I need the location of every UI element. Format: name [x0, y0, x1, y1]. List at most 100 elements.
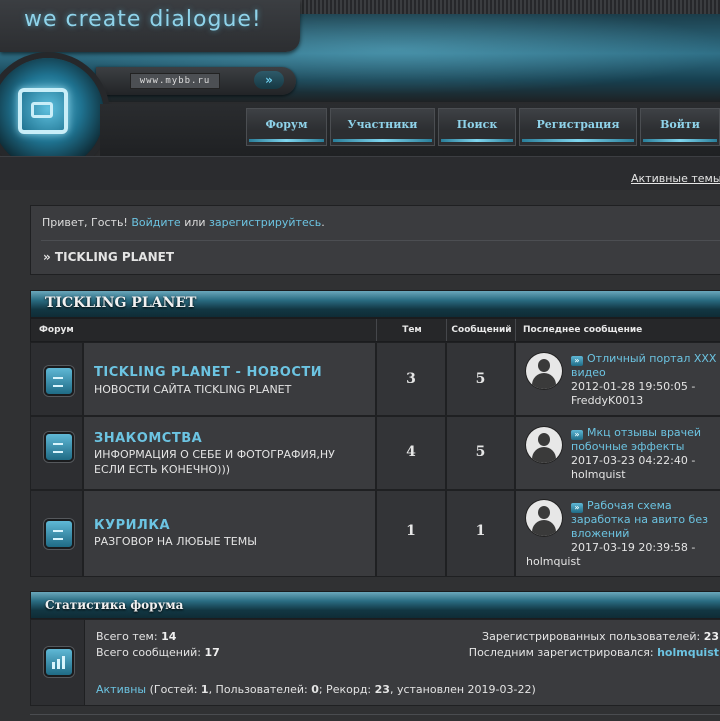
last-registered-label: Последним зарегистрировался: [468, 646, 654, 659]
topics-count-cell: 3 [376, 342, 446, 416]
registered-value: 23 [703, 630, 719, 643]
last-post-user[interactable]: holmquist [526, 555, 581, 568]
stats-body: Всего тем: 14 Всего сообщений: 17 Зареги… [30, 619, 720, 706]
forum-info-cell: КУРИЛКА РАЗГОВОР НА ЛЮБЫЕ ТЕМЫ [83, 490, 376, 577]
forum-description: НОВОСТИ САЙТА TICKLING PLANET [94, 383, 292, 396]
stats-header: Статистика форума [30, 591, 720, 619]
total-topics-value: 14 [161, 630, 177, 643]
user-silhouette-icon[interactable] [526, 427, 562, 463]
last-post-link[interactable]: Мкц отзывы врачей побочные эффекты [571, 426, 701, 453]
last-post-date: 2017-03-19 20:39:58 - [571, 541, 696, 554]
total-posts-label: Всего сообщений: [96, 646, 201, 659]
last-post-info: » Мкц отзывы врачей побочные эффекты 2017… [571, 426, 711, 482]
registered-users: Зарегистрированных пользователей: 23 [482, 630, 719, 643]
forum-row: КУРИЛКА РАЗГОВОР НА ЛЮБЫЕ ТЕМЫ 1 1 » Рабо… [30, 490, 720, 577]
bar-chart-icon-bar [52, 662, 55, 669]
total-posts: Всего сообщений: 17 [96, 646, 220, 659]
bar-chart-icon-bar [57, 659, 60, 669]
register-link[interactable]: зарегистрируйтесь [209, 216, 321, 229]
forum-arrow-icon[interactable] [44, 366, 74, 396]
last-post-date: 2017-03-23 04:22:40 - [571, 454, 696, 467]
forum-icon-cell [30, 416, 83, 490]
last-post-link[interactable]: Отличный портал XXX видео [571, 352, 716, 379]
forum-title-link[interactable]: КУРИЛКА [94, 518, 170, 533]
bar-chart-icon [44, 647, 74, 677]
topics-count: 3 [406, 371, 416, 387]
header-bottom-bar [0, 156, 720, 190]
or-text: или [184, 216, 206, 229]
user-silhouette-icon[interactable] [526, 353, 562, 389]
last-post-date: 2012-01-28 19:50:05 - [571, 380, 696, 393]
last-post-user[interactable]: FreddyK0013 [571, 394, 643, 407]
record-label: ; Рекорд: [318, 683, 372, 696]
orb-logo-icon[interactable] [0, 58, 104, 170]
users-label: , Пользователей: [208, 683, 308, 696]
main-nav: Форум Участники Поиск Регистрация Войти [246, 108, 720, 148]
posts-count-cell: 5 [446, 416, 515, 490]
welcome-message: Привет, Гость! Войдите или зарегистрируй… [42, 216, 325, 229]
user-silhouette-icon[interactable] [526, 500, 562, 536]
last-post-info: » Отличный портал XXX видео 2012-01-28 19… [571, 352, 720, 408]
posts-count-cell: 1 [446, 490, 515, 577]
online-summary: Активны (Гостей: 1, Пользователей: 0; Ре… [96, 683, 536, 696]
last-post-link[interactable]: Рабочая схема заработка на авито без вло… [571, 499, 708, 540]
posts-count-cell: 5 [446, 342, 515, 416]
forum-title-link[interactable]: TICKLING PLANET - НОВОСТИ [94, 365, 322, 380]
last-post-cell: » Мкц отзывы врачей побочные эффекты 2017… [515, 416, 720, 490]
topics-count-cell: 1 [376, 490, 446, 577]
forum-row: TICKLING PLANET - НОВОСТИ НОВОСТИ САЙТА … [30, 342, 720, 416]
col-topics: Тем [402, 325, 422, 335]
nav-search[interactable]: Поиск [438, 108, 516, 146]
header-stripe [300, 0, 720, 15]
go-to-post-icon[interactable]: » [571, 356, 583, 366]
forum-title-link[interactable]: ЗНАКОМСТВА [94, 431, 202, 446]
guests-count: 1 [200, 683, 209, 696]
column-headers: Форум Тем Сообщений Последнее сообщение [30, 318, 720, 342]
nav-members[interactable]: Участники [330, 108, 435, 146]
login-link[interactable]: Войдите [131, 216, 180, 229]
record-value: 23 [374, 683, 390, 696]
col-divider [515, 319, 516, 341]
posts-count: 1 [475, 523, 486, 539]
total-posts-value: 17 [204, 646, 220, 659]
last-registered-user-link[interactable]: holmquist [657, 646, 719, 659]
go-to-post-icon[interactable]: » [571, 503, 583, 513]
last-registered: Последним зарегистрировался: holmquist [469, 646, 719, 659]
forum-icon-cell [30, 490, 83, 577]
users-count: 0 [311, 683, 319, 696]
posts-count: 5 [475, 444, 486, 460]
logo-glyph [18, 88, 68, 134]
forum-arrow-icon[interactable] [44, 519, 74, 549]
site-header: we create dialogue! www.mybb.ru » Форум … [0, 0, 720, 190]
nav-forum[interactable]: Форум [246, 108, 327, 146]
welcome-box: Привет, Гость! Войдите или зарегистрируй… [30, 205, 720, 275]
active-topics-link[interactable]: Активные темы [631, 172, 720, 185]
logo-panel[interactable]: we create dialogue! [0, 0, 300, 52]
category-title[interactable]: TICKLING PLANET [45, 295, 196, 311]
go-arrow-icon[interactable]: » [254, 71, 284, 89]
total-topics-label: Всего тем: [96, 630, 158, 643]
last-post-cell: » Отличный портал XXX видео 2012-01-28 19… [515, 342, 720, 416]
forum-icon-cell [30, 342, 83, 416]
forum-info-cell: ЗНАКОМСТВА ИНФОРМАЦИЯ О СЕБЕ И ФОТОГРАФИ… [83, 416, 376, 490]
breadcrumb[interactable]: » TICKLING PLANET [43, 250, 174, 264]
col-forum: Форум [39, 325, 74, 335]
go-to-post-icon[interactable]: » [571, 430, 583, 440]
topics-count: 1 [406, 523, 416, 539]
greeting-text: Привет, Гость! [42, 216, 128, 229]
site-url[interactable]: www.mybb.ru [130, 73, 220, 89]
topics-count: 4 [406, 444, 416, 460]
last-post-info: » Рабочая схема заработка на авито без вл… [571, 499, 716, 555]
last-post-cell: » Рабочая схема заработка на авито без вл… [515, 490, 720, 577]
nav-register[interactable]: Регистрация [519, 108, 637, 146]
last-post-user[interactable]: holmquist [571, 468, 626, 481]
welcome-period: . [321, 216, 325, 229]
forum-arrow-icon[interactable] [44, 432, 74, 462]
col-posts: Сообщений [451, 325, 512, 335]
online-link[interactable]: Активны [96, 683, 146, 696]
posts-count: 5 [475, 371, 486, 387]
logo-text: we create dialogue! [24, 7, 262, 32]
nav-login[interactable]: Войти [640, 108, 720, 146]
forum-info-cell: TICKLING PLANET - НОВОСТИ НОВОСТИ САЙТА … [83, 342, 376, 416]
registered-label: Зарегистрированных пользователей: [482, 630, 701, 643]
